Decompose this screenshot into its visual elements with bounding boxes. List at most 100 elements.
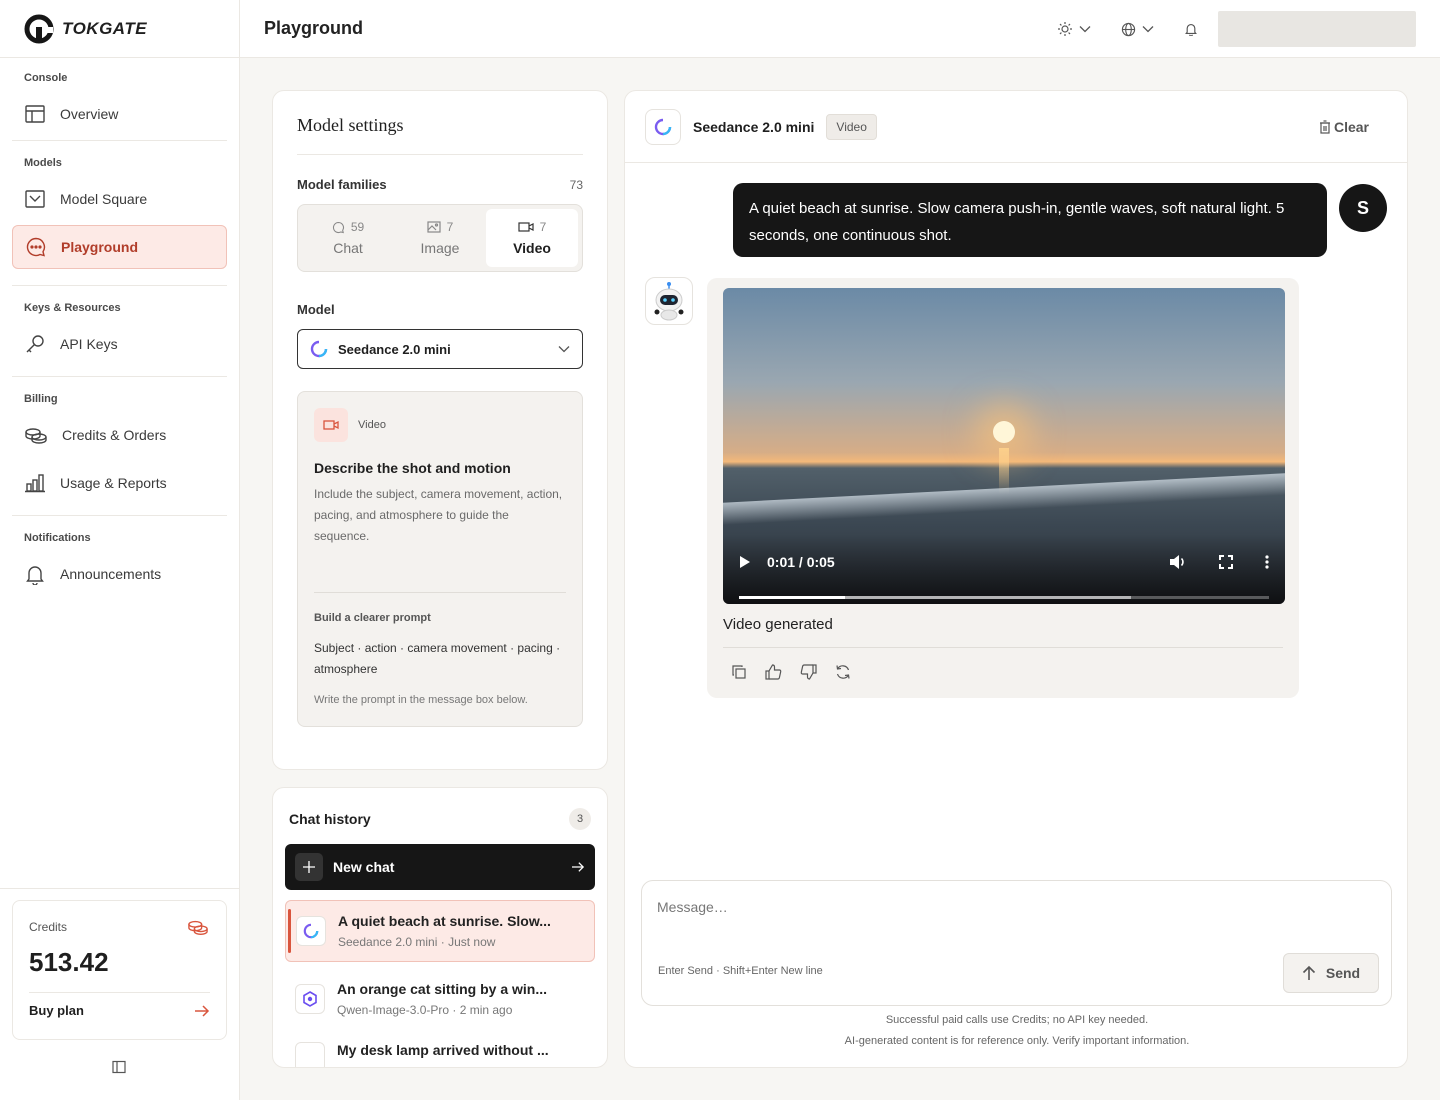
seedance-logo-icon bbox=[645, 108, 681, 145]
chevron-down-icon bbox=[1079, 25, 1091, 33]
sidebar-item-overview[interactable]: Overview bbox=[12, 92, 227, 136]
inbox-icon bbox=[24, 188, 46, 210]
section-title: Console bbox=[24, 72, 68, 84]
copy-icon[interactable] bbox=[731, 664, 747, 680]
qwen-logo-icon bbox=[295, 984, 325, 1014]
sidebar-footer-divider bbox=[0, 888, 240, 889]
info-description: Include the subject, camera movement, ac… bbox=[314, 487, 563, 543]
tab-count: 59 bbox=[350, 220, 365, 234]
nav-section-notifications: Notifications Announcements bbox=[12, 515, 227, 596]
video-progress-bar[interactable] bbox=[739, 596, 1269, 599]
history-item[interactable]: A quiet beach at sunrise. Slow... Seedan… bbox=[285, 900, 595, 962]
section-title: Billing bbox=[24, 393, 58, 405]
history-item[interactable]: My desk lamp arrived without ... bbox=[285, 1034, 595, 1067]
model-select[interactable]: Seedance 2.0 mini bbox=[297, 329, 583, 369]
sidebar-item-usage-reports[interactable]: Usage & Reports bbox=[12, 461, 227, 505]
sidebar-item-label: Playground bbox=[61, 239, 139, 255]
buy-plan-button[interactable]: Buy plan bbox=[29, 1003, 210, 1018]
message-composer: Enter Send · Shift+Enter New line Send bbox=[641, 880, 1392, 1006]
user-avatar: S bbox=[1339, 184, 1387, 232]
video-frame-sun bbox=[993, 421, 1015, 443]
history-item-title: A quiet beach at sunrise. Slow... bbox=[338, 913, 551, 929]
sidebar-item-model-square[interactable]: Model Square bbox=[12, 177, 227, 221]
new-chat-button[interactable]: New chat bbox=[285, 844, 595, 890]
section-title: Notifications bbox=[24, 532, 91, 544]
sidebar-toggle-icon[interactable] bbox=[112, 1060, 126, 1074]
plus-icon bbox=[295, 853, 323, 881]
tab-chat[interactable]: 59 Chat bbox=[302, 209, 394, 267]
regenerate-icon[interactable] bbox=[835, 664, 851, 680]
coins-icon bbox=[24, 424, 48, 446]
divider bbox=[723, 647, 1283, 648]
model-type-badge: Video bbox=[826, 113, 877, 140]
settings-title: Model settings bbox=[297, 115, 583, 155]
send-label: Send bbox=[1325, 965, 1361, 981]
nav-section-models: Models Model Square Playground bbox=[12, 140, 227, 269]
model-logo-icon bbox=[295, 1042, 325, 1067]
credits-value: 513.42 bbox=[29, 947, 109, 977]
sidebar-item-playground[interactable]: Playground bbox=[12, 225, 227, 269]
play-icon[interactable] bbox=[739, 555, 751, 569]
video-player[interactable]: 0:01 / 0:05 bbox=[723, 288, 1285, 604]
history-title: Chat history bbox=[289, 811, 371, 827]
section-title: Keys & Resources bbox=[24, 302, 121, 314]
chat-history-panel: Chat history 3 New chat A quiet beach at… bbox=[272, 787, 608, 1068]
layout-icon bbox=[24, 103, 46, 125]
tab-count: 7 bbox=[446, 220, 454, 234]
nav-section-keys: Keys & Resources API Keys bbox=[12, 285, 227, 366]
message-actions bbox=[723, 664, 1283, 680]
user-message: A quiet beach at sunrise. Slow camera pu… bbox=[733, 183, 1327, 257]
sidebar-item-credits-orders[interactable]: Credits & Orders bbox=[12, 413, 227, 457]
send-button[interactable]: Send bbox=[1283, 953, 1379, 993]
history-item[interactable]: An orange cat sitting by a win... Qwen-I… bbox=[285, 968, 595, 1030]
disclaimer-ai: AI-generated content is for reference on… bbox=[844, 1035, 1190, 1047]
assistant-message-text: Video generated bbox=[723, 616, 833, 633]
sidebar-item-api-keys[interactable]: API Keys bbox=[12, 322, 227, 366]
brand[interactable]: TOKGATE bbox=[0, 0, 239, 58]
disclaimer-credits: Successful paid calls use Credits; no AP… bbox=[885, 1014, 1149, 1026]
tab-count: 7 bbox=[539, 220, 547, 234]
nav-section-console: Console Overview bbox=[0, 58, 239, 136]
tab-image[interactable]: 7 Image bbox=[394, 209, 486, 267]
theme-toggle-button[interactable] bbox=[1057, 21, 1091, 37]
chat-model-name: Seedance 2.0 mini bbox=[693, 118, 815, 135]
tab-label: Chat bbox=[333, 240, 363, 256]
credits-label: Credits bbox=[29, 920, 68, 934]
notifications-button[interactable] bbox=[1184, 22, 1198, 36]
sidebar-item-label: Overview bbox=[60, 106, 119, 122]
new-chat-label: New chat bbox=[333, 859, 395, 875]
trash-icon bbox=[1319, 119, 1331, 134]
bell-icon bbox=[1184, 22, 1198, 36]
video-icon bbox=[518, 221, 534, 233]
tab-video[interactable]: 7 Video bbox=[486, 209, 578, 267]
fullscreen-icon[interactable] bbox=[1219, 555, 1233, 569]
model-family-tabs: 59 Chat 7 Image 7 Video bbox=[297, 204, 583, 272]
header-tools bbox=[1057, 11, 1416, 47]
arrow-right-icon bbox=[571, 861, 585, 873]
history-count: 3 bbox=[569, 808, 591, 830]
coins-icon bbox=[186, 917, 210, 937]
arrow-up-icon bbox=[1302, 965, 1316, 981]
thumbs-down-icon[interactable] bbox=[800, 664, 817, 680]
clear-button[interactable]: Clear bbox=[1319, 119, 1369, 135]
tab-label: Image bbox=[420, 240, 460, 256]
thumbs-up-icon[interactable] bbox=[765, 664, 782, 680]
more-vertical-icon[interactable] bbox=[1265, 555, 1269, 569]
info-steps: Subject · action · camera movement · pac… bbox=[314, 641, 561, 676]
sidebar-item-announcements[interactable]: Announcements bbox=[12, 552, 227, 596]
nav-section-billing: Billing Credits & Orders Usage & Reports bbox=[12, 376, 227, 505]
user-menu[interactable] bbox=[1218, 11, 1416, 47]
brand-name: TOKGATE bbox=[62, 18, 148, 38]
video-icon bbox=[314, 408, 348, 442]
sidebar-item-label: Model Square bbox=[60, 191, 148, 207]
volume-icon[interactable] bbox=[1169, 554, 1187, 570]
tokgate-logo-icon bbox=[24, 14, 54, 44]
model-info-card: Video Describe the shot and motion Inclu… bbox=[297, 391, 583, 727]
message-input[interactable] bbox=[657, 899, 1357, 939]
language-button[interactable] bbox=[1121, 22, 1154, 37]
globe-icon bbox=[1121, 22, 1136, 37]
tab-label: Video bbox=[513, 240, 551, 256]
sidebar-item-label: Credits & Orders bbox=[62, 427, 167, 443]
model-select-value: Seedance 2.0 mini bbox=[338, 341, 451, 357]
sidebar-item-label: Usage & Reports bbox=[60, 475, 167, 491]
